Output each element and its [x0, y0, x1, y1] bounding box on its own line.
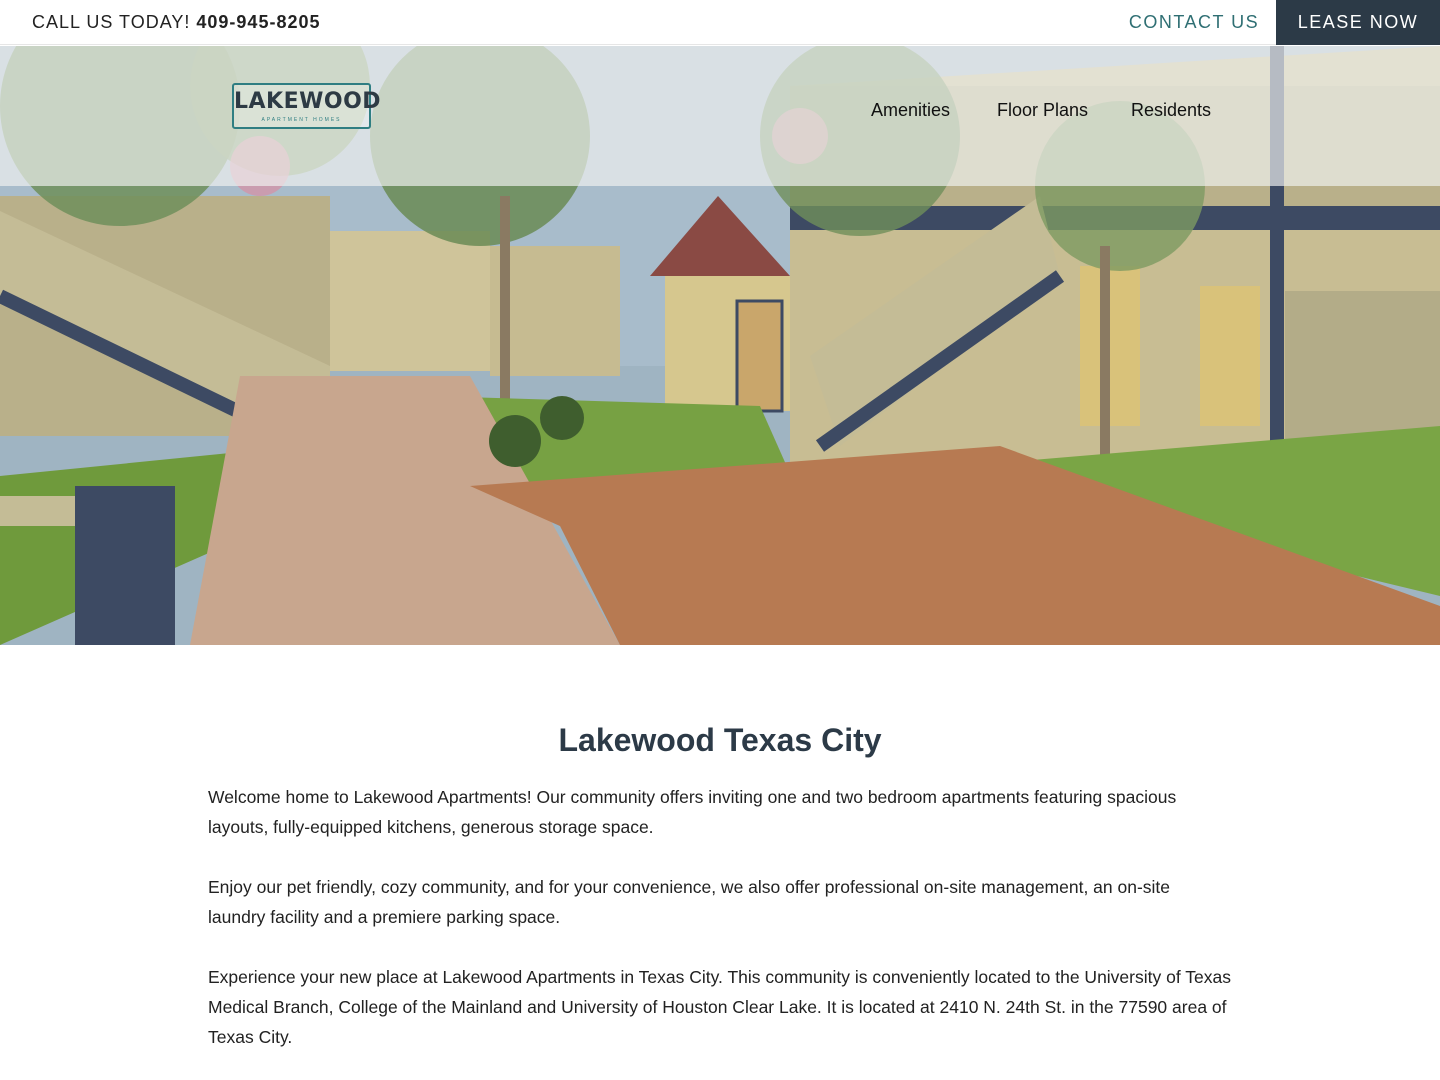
logo-wordmark: LAKEWOOD — [234, 89, 382, 114]
call-label: CALL US TODAY! — [32, 12, 191, 32]
nav-floor-plans[interactable]: Floor Plans — [997, 100, 1088, 121]
logo-subtitle: APARTMENT HOMES — [261, 117, 342, 123]
contact-us-link[interactable]: CONTACT US — [1112, 0, 1276, 45]
main-content: Lakewood Texas City Welcome home to Lake… — [208, 720, 1232, 1080]
call-us-text: CALL US TODAY! 409-945-8205 — [32, 12, 321, 33]
nav-residents[interactable]: Residents — [1131, 100, 1211, 121]
intro-paragraph-2: Enjoy our pet friendly, cozy community, … — [208, 877, 1171, 927]
lakewood-logo[interactable]: LAKEWOOD APARTMENT HOMES — [232, 83, 382, 129]
intro-paragraph-3: Experience your new place at Lakewood Ap… — [208, 967, 1231, 1047]
header-nav-band — [0, 46, 1440, 186]
page-title: Lakewood Texas City — [558, 722, 882, 758]
nav-amenities[interactable]: Amenities — [871, 100, 950, 121]
intro-paragraph-1: Welcome home to Lakewood Apartments! Our… — [208, 787, 1177, 837]
phone-number-link[interactable]: 409-945-8205 — [196, 12, 320, 32]
top-bar: CALL US TODAY! 409-945-8205 CONTACT US LE… — [0, 0, 1440, 45]
lease-now-button[interactable]: LEASE NOW — [1276, 0, 1440, 45]
